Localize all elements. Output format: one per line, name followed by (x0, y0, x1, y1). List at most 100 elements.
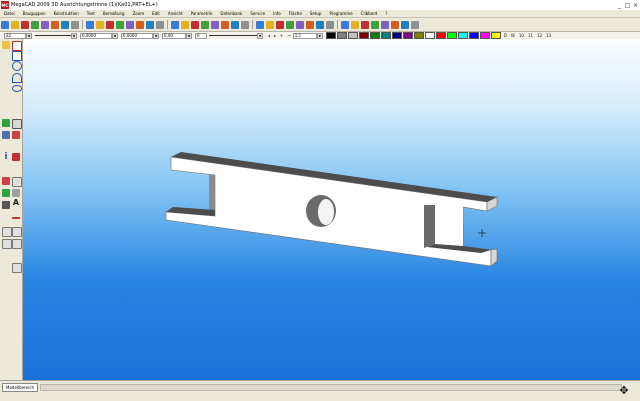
copy-icon[interactable] (2, 227, 12, 237)
menu-edit[interactable]: Edit (148, 11, 164, 16)
arc-icon[interactable] (12, 73, 22, 83)
new-icon[interactable] (1, 20, 9, 29)
paste-icon[interactable] (61, 20, 69, 29)
display-mode-10[interactable]: 10 (517, 33, 526, 38)
pen-tool-icon[interactable] (12, 209, 20, 219)
menu-text[interactable]: Text (83, 11, 99, 16)
view-side-icon[interactable] (391, 20, 399, 29)
menu-service[interactable]: Service (246, 11, 269, 16)
menu-datei[interactable]: Datei (0, 11, 19, 16)
color-swatch-1[interactable] (336, 32, 347, 39)
color-swatch-13[interactable] (468, 32, 479, 39)
menu-clibbord[interactable]: Clibbord (357, 11, 382, 16)
object-icon[interactable] (296, 20, 304, 29)
color-swatch-6[interactable] (391, 32, 402, 39)
polar-icon[interactable] (286, 20, 294, 29)
menu-konstruktion[interactable]: Konstruktion (50, 11, 83, 16)
chevron-down-icon[interactable]: ▼ (112, 32, 118, 39)
measure-icon[interactable] (12, 153, 20, 161)
layer-select[interactable]: 22 ▼ (4, 32, 32, 39)
drawing-viewport[interactable] (23, 39, 640, 380)
import-icon[interactable] (351, 20, 359, 29)
light-icon[interactable] (191, 20, 199, 29)
tab-model-space[interactable]: Modellbereich (2, 383, 38, 392)
move-icon[interactable] (12, 227, 22, 237)
copy-icon[interactable] (51, 20, 59, 29)
chevron-down-icon[interactable]: ▼ (186, 32, 192, 39)
scale-select[interactable]: 1:1 ▼ (292, 32, 323, 39)
zoom-in-icon[interactable] (96, 20, 104, 29)
info-icon[interactable] (326, 20, 334, 29)
ellipse-icon[interactable] (12, 85, 22, 92)
fillet-icon[interactable] (2, 189, 10, 197)
extrude-icon[interactable] (12, 119, 22, 129)
menu-programme[interactable]: Programme (325, 11, 356, 16)
refresh-icon[interactable] (411, 20, 419, 29)
color-swatch-2[interactable] (347, 32, 358, 39)
help-icon[interactable] (316, 20, 324, 29)
text-icon[interactable]: A (12, 199, 20, 207)
display-mode-d[interactable]: D (502, 33, 509, 38)
color-swatch-15[interactable] (490, 32, 501, 39)
rotate-icon[interactable] (136, 20, 144, 29)
menu-bauguppen[interactable]: Bauguppen (19, 11, 50, 16)
color-swatch-5[interactable] (380, 32, 391, 39)
rotate-icon[interactable] (2, 239, 12, 249)
pan-icon[interactable] (126, 20, 134, 29)
shade-icon[interactable] (146, 20, 154, 29)
pen-select[interactable]: 0 ▼ (195, 32, 263, 39)
horizontal-scrollbar[interactable] (40, 384, 622, 391)
color-swatch-11[interactable] (446, 32, 457, 39)
menu-help[interactable]: ? (381, 11, 391, 16)
chevron-down-icon[interactable]: ▼ (153, 32, 159, 39)
menu-zoom[interactable]: Zoom (129, 11, 149, 16)
menu-ansicht[interactable]: Ansicht (164, 11, 187, 16)
grid-icon[interactable] (256, 20, 264, 29)
hidden-icon[interactable] (171, 20, 179, 29)
color-swatch-9[interactable] (424, 32, 435, 39)
ortho-icon[interactable] (276, 20, 284, 29)
menu-datenbank[interactable]: Datenbank (216, 11, 246, 16)
redo-icon[interactable] (86, 20, 94, 29)
dimension-icon[interactable] (12, 177, 22, 187)
print-icon[interactable] (31, 20, 39, 29)
line-icon[interactable] (12, 51, 22, 61)
color-swatch-7[interactable] (402, 32, 413, 39)
grid-select[interactable]: 0,00 ▼ (162, 32, 192, 39)
undo-icon[interactable] (71, 20, 79, 29)
menu-bemassung[interactable]: Bemaßung (99, 11, 129, 16)
arrow-icon[interactable]: → (285, 33, 292, 38)
app-icon[interactable]: MC (1, 1, 9, 9)
view-iso-icon[interactable] (401, 20, 409, 29)
linetype-select[interactable]: ▼ (35, 32, 77, 39)
mirror-icon[interactable] (12, 239, 22, 249)
display-mode-11[interactable]: 11 (526, 33, 535, 38)
pointer-icon[interactable] (2, 41, 10, 49)
display-mode-13[interactable]: 13 (544, 33, 553, 38)
menu-parametrik[interactable]: Parametrik (187, 11, 217, 16)
measure-icon[interactable] (221, 20, 229, 29)
close-button[interactable]: × (632, 2, 639, 9)
settings-icon[interactable] (306, 20, 314, 29)
minimize-button[interactable]: _ (616, 2, 623, 9)
color-swatch-12[interactable] (457, 32, 468, 39)
linewidth-select-1[interactable]: 0,0000 ▼ (80, 32, 118, 39)
color-swatch-8[interactable] (413, 32, 424, 39)
navigation-move-icon[interactable]: ✥ (617, 384, 631, 398)
render-icon[interactable] (181, 20, 189, 29)
solid-icon[interactable] (2, 119, 10, 127)
info-icon[interactable]: i (2, 153, 10, 162)
chevron-down-icon[interactable]: ▼ (26, 32, 32, 39)
menu-setup[interactable]: Setup (306, 11, 326, 16)
color-swatch-4[interactable] (369, 32, 380, 39)
display-mode-12[interactable]: 12 (535, 33, 544, 38)
chamfer-icon[interactable] (12, 189, 20, 197)
crosshair-icon[interactable] (12, 41, 22, 51)
plot-icon[interactable] (361, 20, 369, 29)
menu-flaeche[interactable]: Fläche (285, 11, 306, 16)
zoom-all-icon[interactable] (116, 20, 124, 29)
array-icon[interactable] (12, 263, 22, 273)
cut-icon[interactable] (41, 20, 49, 29)
color-swatch-14[interactable] (479, 32, 490, 39)
camera-icon[interactable] (201, 20, 209, 29)
